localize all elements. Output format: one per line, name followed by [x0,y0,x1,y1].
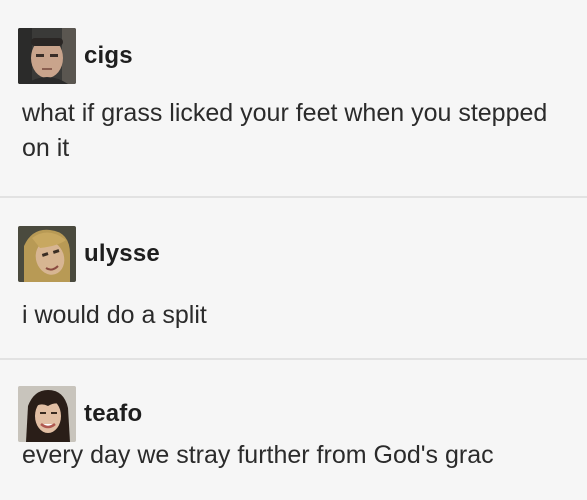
post-header: cigs [18,28,133,84]
post-cigs: cigs what if grass licked your feet when… [0,0,587,196]
avatar[interactable] [18,28,76,84]
user-avatar-woman-icon [18,386,76,442]
avatar[interactable] [18,226,76,282]
username[interactable]: cigs [84,42,133,70]
avatar[interactable] [18,386,76,442]
post-header: teafo [18,386,142,442]
post-text: what if grass licked your feet when you … [22,99,548,162]
post-teafo: teafo every day we stray further from Go… [0,360,587,500]
post-text: i would do a split [22,301,207,329]
username[interactable]: teafo [84,400,142,428]
reblog-thread: cigs what if grass licked your feet when… [0,0,587,500]
post-text: every day we stray further from God's gr… [22,441,494,469]
username[interactable]: ulysse [84,240,160,268]
post-ulysse: ulysse i would do a split [0,198,587,358]
post-header: ulysse [18,226,160,282]
user-avatar-woman-icon [18,226,76,282]
user-avatar-man-icon [18,28,76,84]
